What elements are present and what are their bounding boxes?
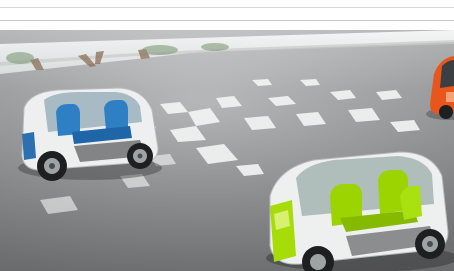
car-showroom-photo xyxy=(0,30,454,271)
divider-line xyxy=(0,20,454,21)
blue-interior-car xyxy=(18,87,162,181)
photo-frame xyxy=(0,0,454,271)
lime-green-interior-car xyxy=(266,151,454,271)
divider-line xyxy=(0,7,454,8)
